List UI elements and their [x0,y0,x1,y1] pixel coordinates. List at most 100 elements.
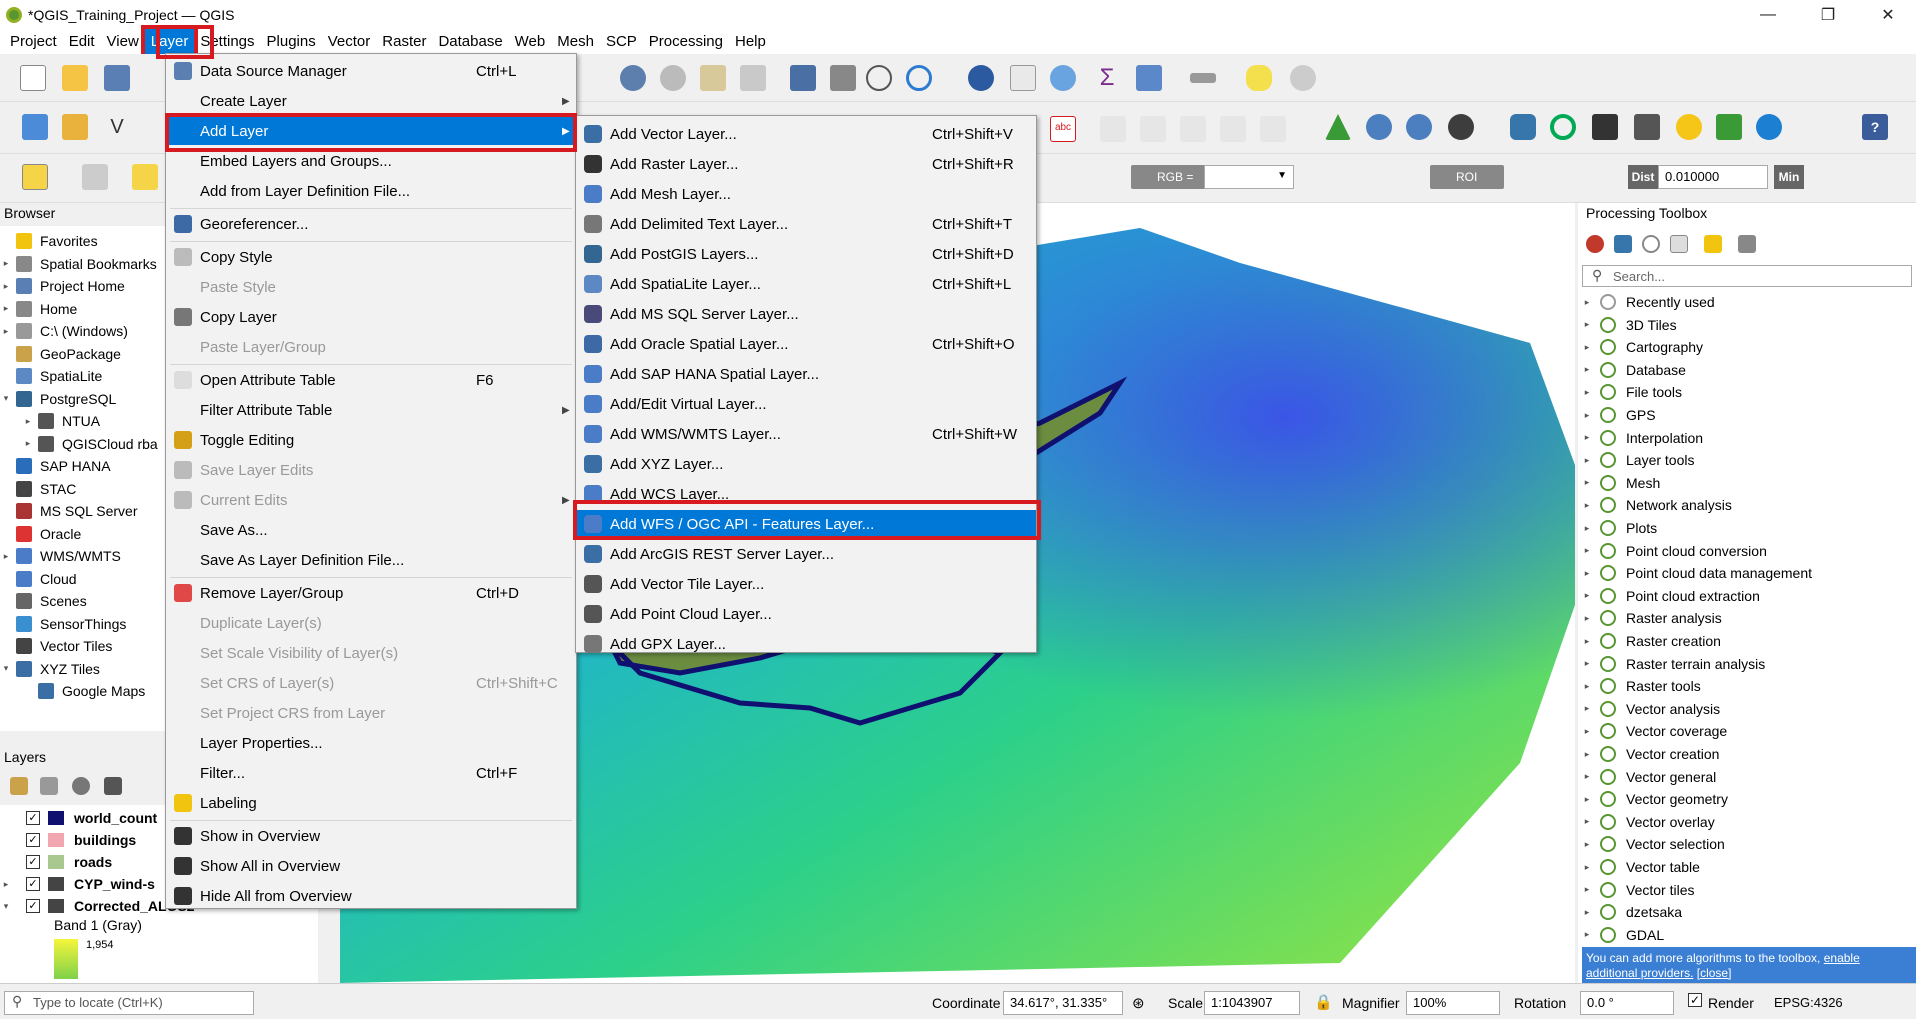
toolbox-item[interactable]: ▸ Recently used [1578,291,1715,313]
toolbox-item[interactable]: ▸ Vector table [1578,856,1700,878]
render-checkbox[interactable]: ✓ [1688,993,1702,1007]
toolbox-item[interactable]: ▸ File tools [1578,381,1682,403]
browser-item[interactable]: ▸ NTUA [22,410,100,432]
browser-item[interactable]: ▸ Home [0,298,77,320]
layer-menu-item[interactable]: Create Layer ▶ [166,87,576,115]
toolbox-item[interactable]: ▸ Vector general [1578,766,1716,788]
browser-item[interactable]: ▸ WMS/WMTS [0,545,121,567]
expand-arrow-icon[interactable]: ▸ [1578,297,1596,308]
add-layer-menu-item[interactable]: Add XYZ Layer... [576,450,1036,478]
add-layer-menu-item[interactable]: Add Oracle Spatial Layer... Ctrl+Shift+O [576,330,1036,358]
browser-item[interactable]: Oracle [0,523,81,545]
add-layer-menu-item[interactable]: Add Point Cloud Layer... [576,600,1036,628]
expand-arrow-icon[interactable]: ▸ [1578,342,1596,353]
help-icon[interactable]: ? [1862,114,1888,140]
expand-arrow-icon[interactable]: ▸ [1578,500,1596,511]
expand-arrow-icon[interactable]: ▸ [0,326,12,337]
layer-menu-item[interactable]: Set CRS of Layer(s) Ctrl+Shift+C [166,669,576,697]
settings-gear-icon[interactable] [1050,65,1076,91]
expand-arrow-icon[interactable]: ▸ [1578,613,1596,624]
menu-web[interactable]: Web [509,29,552,54]
add-layer-menu-item[interactable]: Add ArcGIS REST Server Layer... [576,540,1036,568]
magnifier-input[interactable]: 100% [1406,991,1500,1015]
coordinate-input[interactable]: 34.617°, 31.335° [1003,991,1123,1015]
minimize-button[interactable]: — [1744,0,1792,29]
open-project-icon[interactable] [62,65,88,91]
layers-stack-icon[interactable] [1716,114,1742,140]
toolbox-item[interactable]: ▸ dzetsaka [1578,901,1682,923]
map-tips-icon[interactable] [1246,65,1272,91]
menu-project[interactable]: Project [4,29,63,54]
bookmark-icon[interactable] [830,65,856,91]
expand-arrow-icon[interactable]: ▸ [22,438,34,449]
expand-arrow-icon[interactable]: ▸ [0,303,12,314]
label-tool-4-icon[interactable] [1220,116,1246,142]
expand-arrow-icon[interactable]: ▸ [1578,771,1596,782]
toolbox-item[interactable]: ▸ Cartography [1578,336,1703,358]
layer-menu-item[interactable]: Save Layer Edits [166,456,576,484]
expand-arrow-icon[interactable]: ▸ [1578,907,1596,918]
add-layer-menu-item[interactable]: Add WMS/WMTS Layer... Ctrl+Shift+W [576,420,1036,448]
browser-item[interactable]: ▸ QGISCloud rba [22,433,158,455]
toolbox-item[interactable]: ▸ GPS [1578,404,1656,426]
results-icon[interactable] [1670,235,1688,253]
label-tool-2-icon[interactable] [1140,116,1166,142]
menu-scp[interactable]: SCP [600,29,643,54]
layer-menu-item[interactable]: Copy Layer [166,303,576,331]
label-tool-3-icon[interactable] [1180,116,1206,142]
toolbox-search-input[interactable]: Search... [1582,265,1912,287]
toolbox-item[interactable]: ▸ Raster analysis [1578,607,1722,629]
expand-arrow-icon[interactable]: ▸ [1578,884,1596,895]
expand-arrow-icon[interactable]: ▸ [1578,703,1596,714]
toolbox-item[interactable]: ▸ Point cloud conversion [1578,540,1767,562]
select-features-icon[interactable] [22,164,48,190]
data-source-manager-icon[interactable] [22,114,48,140]
browser-item[interactable]: ▸ Project Home [0,275,125,297]
browser-item[interactable]: STAC [0,478,76,500]
attribute-table-icon[interactable] [1010,65,1036,91]
add-layer-menu-item[interactable]: Add Mesh Layer... [576,180,1036,208]
crs-button[interactable]: EPSG:4326 [1774,995,1843,1010]
add-layer-menu-item[interactable]: Add/Edit Virtual Layer... [576,390,1036,418]
scp-icon[interactable] [1756,114,1782,140]
layer-menu-item[interactable]: Add from Layer Definition File... [166,177,576,205]
add-layer-menu-item[interactable]: Add WCS Layer... [576,480,1036,508]
toolbox-item[interactable]: ▸ Raster terrain analysis [1578,653,1765,675]
save-project-icon[interactable] [104,65,130,91]
layer-menu-item[interactable]: Georeferencer... [166,210,576,238]
toolbox-item[interactable]: ▸ Plots [1578,517,1657,539]
visibility-icon[interactable] [72,777,90,795]
browser-item[interactable]: ▾ XYZ Tiles [0,658,100,680]
expand-arrow-icon[interactable]: ▸ [1578,432,1596,443]
layer-menu-item[interactable]: Paste Style [166,273,576,301]
layer-menu-item[interactable]: Set Scale Visibility of Layer(s) [166,639,576,667]
menu-processing[interactable]: Processing [643,29,729,54]
add-layer-menu-item[interactable]: Add GPX Layer... [576,630,1036,658]
expand-arrow-icon[interactable]: ▸ [1578,523,1596,534]
menu-layer[interactable]: Layer [140,25,199,58]
expand-arrow-icon[interactable]: ▸ [1578,455,1596,466]
plugin-icon[interactable] [1448,114,1474,140]
network-icon[interactable] [1634,114,1660,140]
statistics-sigma-icon[interactable]: Σ [1094,65,1120,91]
layer-menu-item[interactable]: Toggle Editing [166,426,576,454]
add-layer-menu-item[interactable]: Add SpatiaLite Layer... Ctrl+Shift+L [576,270,1036,298]
toolbox-item[interactable]: ▸ Point cloud data management [1578,562,1812,584]
label-abc-icon[interactable]: abc [1050,116,1076,142]
expand-arrow-icon[interactable]: ▸ [1578,545,1596,556]
layer-menu-item[interactable]: Duplicate Layer(s) [166,609,576,637]
browser-item[interactable]: ▸ C:\ (Windows) [0,320,128,342]
toolbox-item[interactable]: ▸ Vector analysis [1578,698,1720,720]
add-layer-menu-item[interactable]: Add SAP HANA Spatial Layer... [576,360,1036,388]
expand-arrow-icon[interactable]: ▾ [0,901,12,912]
toolbox-item[interactable]: ▸ Layer tools [1578,449,1694,471]
locator-input[interactable]: Type to locate (Ctrl+K) [4,991,254,1015]
lock-icon[interactable]: 🔒 [1314,993,1333,1011]
new-project-icon[interactable] [20,65,46,91]
layer-menu-item[interactable]: Set Project CRS from Layer [166,699,576,727]
toolbox-item[interactable]: ▸ Point cloud extraction [1578,585,1760,607]
zoom-selection-icon[interactable] [740,65,766,91]
close-info-link[interactable]: [close] [1697,966,1732,980]
layer-menu-item[interactable]: Open Attribute Table F6 [166,366,576,394]
toolbox-item[interactable]: ▸ Raster creation [1578,630,1721,652]
